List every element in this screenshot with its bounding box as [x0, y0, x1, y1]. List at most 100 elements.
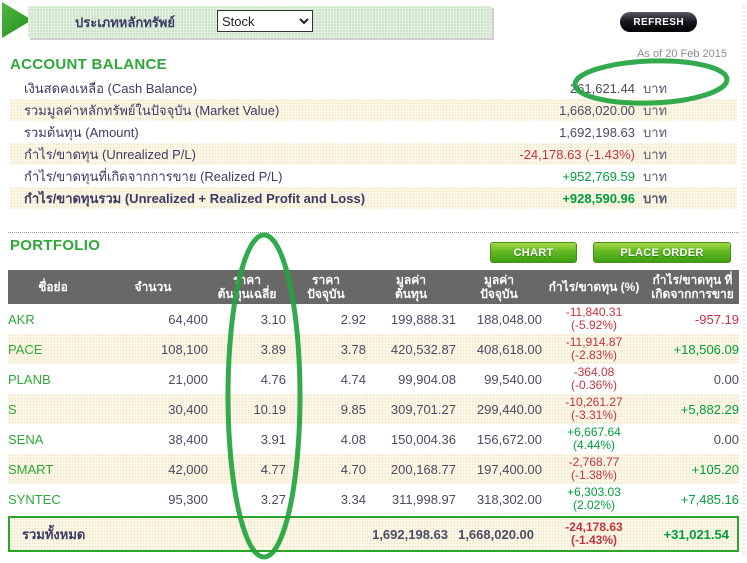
balance-value: 1,668,020.00 — [559, 102, 635, 118]
refresh-button[interactable]: REFRESH — [620, 12, 697, 32]
market-value-cell: 299,440.00 — [456, 394, 542, 424]
currency-unit: บาท — [643, 190, 668, 206]
pl-percent: (-1.38%) — [570, 468, 617, 482]
market-value-cell: 197,400.00 — [456, 454, 542, 484]
pl-percent: (2.02%) — [572, 498, 616, 512]
cost-value-cell: 311,998.97 — [366, 484, 456, 516]
symbol-cell[interactable]: AKR — [8, 304, 98, 334]
quantity-cell: 64,400 — [168, 311, 208, 327]
header-line: ต้นทุนเฉลี่ย — [217, 287, 277, 301]
symbol-cell[interactable]: SMART — [8, 454, 98, 484]
unrealized-pl-cell: -11,840.31 (-5.92%) — [542, 304, 646, 334]
balance-value: +952,769.59 — [562, 168, 635, 184]
balance-label: รวมต้นทุน (Amount) — [24, 124, 139, 140]
symbol-cell[interactable]: PACE — [8, 334, 98, 364]
avg-cost-cell: 3.89 — [208, 334, 286, 364]
total-realized-pl: +31,021.54 — [646, 516, 739, 552]
avg-cost-cell: 4.77 — [208, 454, 286, 484]
balance-row-unrealized-pl: กำไร/ขาดทุน (Unrealized P/L) -24,178.63 … — [10, 143, 737, 165]
cost-value-cell: 199,888.31 — [390, 311, 456, 327]
quantity-cell: 21,000 — [168, 371, 208, 387]
header-line: ต้นทุน — [394, 287, 428, 301]
table-header-row: ชื่อย่อ จำนวน ราคา ต้นทุนเฉลี่ย ราคา ปัจจุ… — [8, 270, 739, 304]
current-price-cell: 4.74 — [340, 371, 366, 387]
total-unrealized-pl: -24,178.63 (-1.43%) — [542, 516, 646, 552]
realized-pl-cell: +105.20 — [646, 454, 739, 484]
col-header-current-price: ราคา ปัจจุบัน — [286, 270, 366, 304]
header-line: ราคา — [312, 273, 340, 287]
realized-pl-cell: +5,882.29 — [646, 394, 739, 424]
balance-label: รวมมูลค่าหลักทรัพย์ในปัจจุบัน (Market Va… — [24, 102, 280, 118]
table-row: PACE 108,100 3.89 3.78 420,532.87 408,61… — [8, 334, 739, 364]
account-balance-section: ACCOUNT BALANCE เงินสดคงเหลือ (Cash Bala… — [10, 56, 737, 209]
symbol-cell[interactable]: PLANB — [8, 364, 98, 394]
col-header-avg-cost: ราคา ต้นทุนเฉลี่ย — [208, 270, 286, 304]
header-line: ชื่อย่อ — [38, 280, 68, 294]
cost-value-cell: 99,904.08 — [398, 371, 456, 387]
asset-type-select[interactable]: Stock — [217, 10, 313, 32]
currency-unit: บาท — [643, 168, 668, 184]
col-header-quantity: จำนวน — [98, 270, 208, 304]
table-row: SYNTEC 95,300 3.27 3.34 311,998.97 318,3… — [8, 484, 739, 516]
col-header-cost-value: มูลค่า ต้นทุน — [366, 270, 456, 304]
current-price-cell: 4.08 — [340, 431, 366, 447]
market-value-cell: 188,048.00 — [476, 311, 542, 327]
cost-value-cell: 200,168.77 — [366, 454, 456, 484]
portfolio-table: ชื่อย่อ จำนวน ราคา ต้นทุนเฉลี่ย ราคา ปัจจุ… — [8, 270, 739, 552]
unrealized-pl-cell: -10,261.27 (-3.31%) — [542, 394, 646, 424]
balance-value: +928,590.96 — [562, 190, 635, 206]
realized-pl-cell: 0.00 — [713, 431, 739, 447]
balance-label: กำไร/ขาดทุนรวม (Unrealized + Realized Pr… — [24, 190, 366, 206]
table-row: SMART 42,000 4.77 4.70 200,168.77 197,40… — [8, 454, 739, 484]
balance-value: 261,621.44 — [569, 80, 635, 96]
currency-unit: บาท — [643, 102, 668, 118]
asset-type-bar: ประเภทหลักทรัพย์ Stock — [28, 6, 492, 38]
header-line: กำไร/ขาดทุน (%) — [548, 280, 640, 294]
chart-button[interactable]: CHART — [490, 242, 577, 263]
place-order-button[interactable]: PLACE ORDER — [593, 242, 731, 263]
total-label: รวมทั้งหมด — [8, 516, 366, 552]
market-value-cell: 408,618.00 — [456, 334, 542, 364]
col-header-market-value: มูลค่า ปัจจุบัน — [456, 270, 542, 304]
current-price-cell: 4.70 — [286, 454, 366, 484]
balance-label: กำไร/ขาดทุนที่เกิดจากการขาย (Realized P/… — [24, 168, 283, 184]
balance-row-cash: เงินสดคงเหลือ (Cash Balance) 261,621.44 … — [10, 77, 737, 99]
table-row: PLANB 21,000 4.76 4.74 99,904.08 99,540.… — [8, 364, 739, 394]
symbol-cell[interactable]: SYNTEC — [8, 484, 98, 516]
quantity-cell: 30,400 — [98, 394, 208, 424]
account-balance-title: ACCOUNT BALANCE — [10, 56, 167, 73]
pl-percent: (-0.36%) — [570, 378, 617, 392]
balance-row-total-pl: กำไร/ขาดทุนรวม (Unrealized + Realized Pr… — [10, 187, 737, 209]
table-row: SENA 38,400 3.91 4.08 150,004.36 156,672… — [8, 424, 739, 454]
current-price-cell: 2.92 — [340, 311, 366, 327]
balance-label: กำไร/ขาดทุน (Unrealized P/L) — [24, 146, 196, 162]
unrealized-pl-cell: -364.08 (-0.36%) — [542, 364, 646, 394]
section-divider — [8, 232, 739, 233]
pl-percent: (4.44%) — [572, 438, 616, 452]
portfolio-title: PORTFOLIO — [10, 237, 101, 254]
unrealized-pl-cell: -11,914.87 (-2.83%) — [542, 334, 646, 364]
quantity-cell: 108,100 — [98, 334, 208, 364]
currency-unit: บาท — [643, 80, 668, 96]
current-price-cell: 3.34 — [286, 484, 366, 516]
current-price-cell: 9.85 — [286, 394, 366, 424]
col-header-unrealized-pl: กำไร/ขาดทุน (%) — [542, 270, 646, 304]
quantity-cell: 38,400 — [168, 431, 208, 447]
quantity-cell: 42,000 — [98, 454, 208, 484]
market-value-cell: 156,672.00 — [476, 431, 542, 447]
symbol-cell[interactable]: S — [8, 394, 98, 424]
header-line: มูลค่า — [483, 273, 515, 287]
realized-pl-cell: +18,506.09 — [646, 334, 739, 364]
symbol-cell[interactable]: SENA — [8, 424, 98, 454]
header-line: ปัจจุบัน — [480, 287, 518, 301]
portfolio-page: ประเภทหลักทรัพย์ Stock REFRESH As of 20 … — [0, 0, 747, 563]
avg-cost-cell: 4.76 — [260, 371, 286, 387]
header-line: เกิดจากการขาย — [651, 287, 734, 301]
balance-row-amount: รวมต้นทุน (Amount) 1,692,198.63 บาท — [10, 121, 737, 143]
header-line: จำนวน — [134, 280, 172, 294]
realized-pl-cell: +7,485.16 — [646, 484, 739, 516]
realized-pl-cell: 0.00 — [713, 371, 739, 387]
avg-cost-cell: 3.27 — [208, 484, 286, 516]
pl-percent: (-1.43%) — [570, 533, 617, 547]
balance-value: 1,692,198.63 — [559, 124, 635, 140]
